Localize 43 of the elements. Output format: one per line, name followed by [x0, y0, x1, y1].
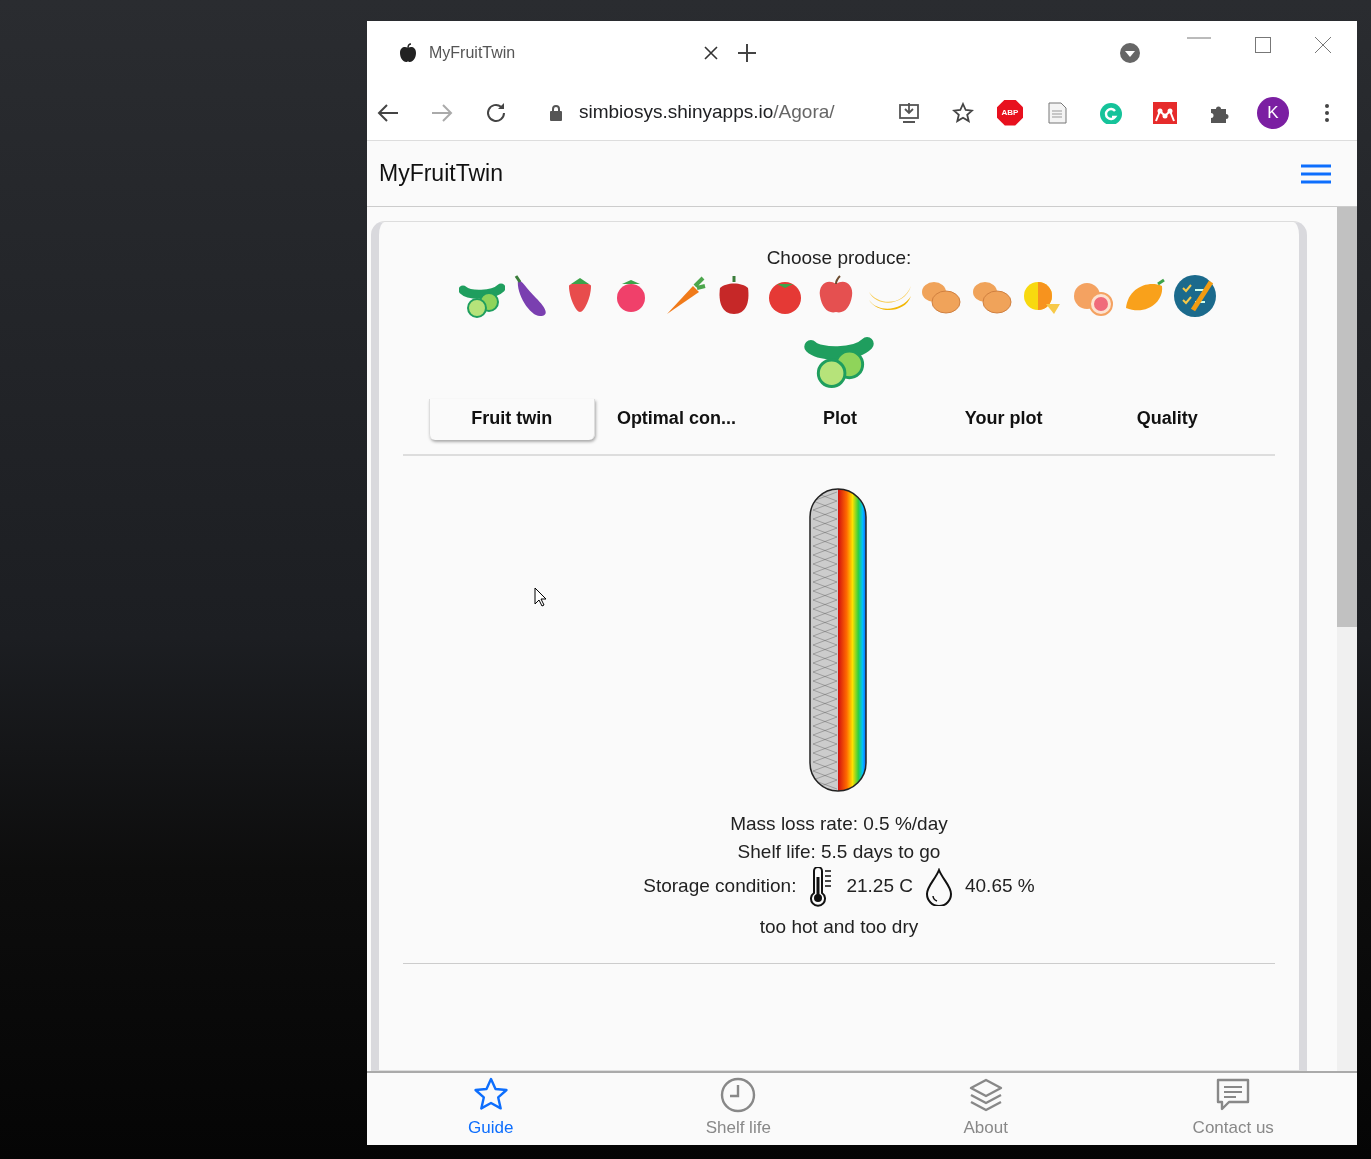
install-icon[interactable] — [898, 101, 920, 124]
humidity-value: 40.65 % — [965, 874, 1035, 899]
url-path: /Agora/ — [773, 100, 835, 125]
content-tab[interactable]: Fruit twin — [429, 398, 595, 440]
star-icon[interactable] — [952, 101, 974, 124]
layers-icon — [967, 1077, 1004, 1114]
mendeley-icon[interactable] — [1153, 101, 1177, 124]
shelf-life-text: Shelf life: 5.5 days to go — [737, 840, 941, 864]
content-tab[interactable]: Optimal con... — [594, 398, 759, 440]
grammarly-icon[interactable] — [1099, 101, 1123, 124]
bottom-nav-item[interactable]: Guide — [367, 1073, 615, 1145]
plus-icon[interactable] — [737, 43, 757, 63]
bottom-nav-item[interactable]: Shelf life — [614, 1073, 862, 1145]
adblock-button[interactable]: ABP — [997, 99, 1023, 126]
more-icon[interactable] — [1325, 103, 1329, 122]
forward-icon — [431, 102, 453, 123]
bottom-nav-item[interactable]: Contact us — [1109, 1073, 1357, 1145]
content-tab[interactable]: Quality — [1085, 398, 1249, 440]
cursor-icon — [534, 587, 548, 607]
tab-title: MyFruitTwin — [429, 43, 516, 63]
address-bar[interactable]: simbiosys.shinyapps.io/Agora/ — [579, 98, 835, 127]
temperature-value: 21.25 C — [846, 874, 913, 899]
lock-icon — [549, 104, 563, 121]
checklist-icon[interactable] — [1173, 273, 1219, 320]
profile-avatar[interactable]: K — [1257, 96, 1289, 129]
url-host: simbiosys.shinyapps.io — [579, 100, 774, 125]
maximize-icon[interactable] — [1255, 37, 1271, 53]
reload-icon[interactable] — [485, 101, 507, 124]
close-icon[interactable] — [704, 46, 718, 60]
back-icon[interactable] — [377, 102, 399, 123]
clock-icon — [720, 1077, 757, 1114]
mass-loss-text: Mass loss rate: 0.5 %/day — [730, 811, 948, 836]
dropdown-icon[interactable] — [1119, 42, 1141, 64]
app-brand[interactable]: MyFruitTwin — [379, 156, 503, 191]
apple-icon — [399, 43, 417, 63]
storage-label: Storage condition: — [643, 874, 797, 899]
droplet-icon — [925, 867, 953, 906]
scrollbar-thumb[interactable] — [1337, 207, 1357, 627]
menu-icon[interactable] — [1301, 163, 1331, 184]
content-tab[interactable]: Plot — [758, 398, 922, 440]
choose-produce-label: Choose produce: — [766, 246, 912, 270]
verdict-text: too hot and too dry — [759, 914, 919, 939]
content-tab[interactable]: Your plot — [921, 398, 1086, 440]
